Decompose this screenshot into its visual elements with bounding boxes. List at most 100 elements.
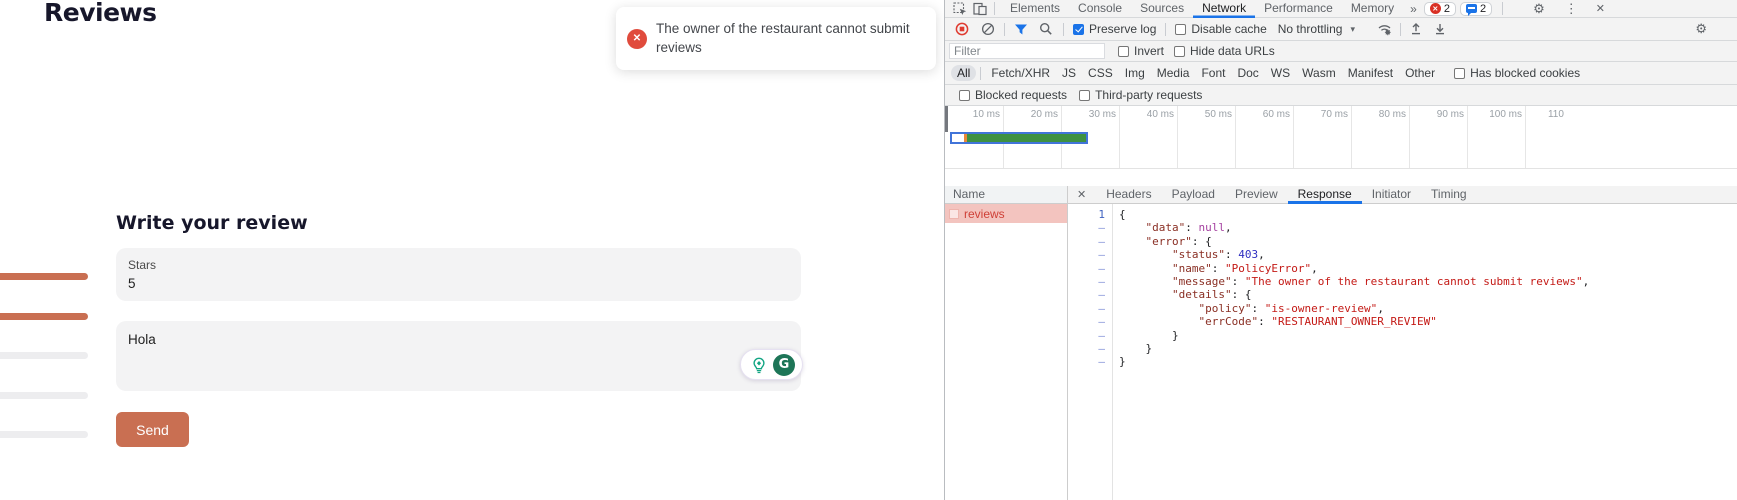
overview-scrollbar[interactable] (945, 106, 948, 132)
resource-filter-wasm[interactable]: Wasm (1296, 65, 1342, 81)
token-p: , (1258, 248, 1265, 261)
code-line: "errCode": "RESTAURANT_OWNER_REVIEW" (1119, 315, 1737, 328)
code-line: } (1119, 329, 1737, 342)
third-party-label: Third-party requests (1095, 88, 1202, 102)
tab-memory[interactable]: Memory (1342, 0, 1403, 18)
name-column-header[interactable]: Name (945, 186, 1067, 204)
token-k: "error" (1146, 235, 1192, 248)
tab-performance[interactable]: Performance (1255, 0, 1342, 18)
toast-message: The owner of the restaurant cannot submi… (656, 21, 910, 55)
detail-tab-initiator[interactable]: Initiator (1362, 186, 1421, 204)
resource-filter-list: All Fetch/XHRJSCSSImgMediaFontDocWSWasmMa… (951, 65, 1441, 81)
stars-value[interactable]: 5 (128, 276, 136, 291)
grammarly-suggestion-bulb-icon[interactable] (748, 354, 770, 376)
resource-filter-other[interactable]: Other (1399, 65, 1441, 81)
rating-bar (0, 273, 88, 280)
stars-field[interactable]: Stars 5 (116, 248, 801, 301)
timeline-tick-label: 70 ms (1290, 109, 1348, 120)
send-button[interactable]: Send (116, 412, 189, 447)
has-blocked-cookies-checkbox[interactable] (1454, 68, 1465, 79)
error-count-badge[interactable]: ✕ 2 (1424, 2, 1456, 16)
import-har-icon[interactable] (1408, 21, 1424, 37)
has-blocked-cookies-label: Has blocked cookies (1470, 66, 1580, 80)
search-icon[interactable] (1038, 21, 1054, 37)
more-tabs-chevron[interactable]: » (1410, 2, 1417, 16)
hide-data-urls-checkbox[interactable] (1174, 46, 1185, 57)
token-k: "policy" (1198, 302, 1251, 315)
resource-filter-font[interactable]: Font (1195, 65, 1231, 81)
review-textarea[interactable]: Hola G (116, 321, 801, 391)
devtools-settings-gear-icon[interactable]: ⚙ (1533, 1, 1545, 17)
detail-tab-response[interactable]: Response (1288, 186, 1362, 204)
code-lines: { "data": null, "error": { "status": 403… (1113, 204, 1737, 500)
invert-label: Invert (1134, 44, 1164, 58)
code-line: "data": null, (1119, 221, 1737, 234)
disable-cache-checkbox[interactable] (1175, 24, 1186, 35)
reviews-page: Reviews ✕ The owner of the restaurant ca… (0, 0, 944, 500)
record-network-log-icon[interactable] (954, 21, 970, 37)
gutter-mark: – (1068, 275, 1105, 288)
detail-tab-payload[interactable]: Payload (1162, 186, 1225, 204)
devtools-menu-dots-icon[interactable]: ⋮ (1565, 1, 1578, 17)
resource-filter-ws[interactable]: WS (1265, 65, 1296, 81)
resource-filter-manifest[interactable]: Manifest (1342, 65, 1399, 81)
tab-console[interactable]: Console (1069, 0, 1131, 18)
detail-tab-headers[interactable]: Headers (1096, 186, 1161, 204)
tab-network[interactable]: Network (1193, 0, 1255, 18)
preserve-log-checkbox[interactable] (1073, 24, 1084, 35)
invert-checkbox[interactable] (1118, 46, 1129, 57)
devtools-panel: ElementsConsoleSourcesNetworkPerformance… (944, 0, 1737, 500)
tab-elements[interactable]: Elements (1001, 0, 1069, 18)
resource-filter-img[interactable]: Img (1119, 65, 1151, 81)
issues-count-badge[interactable]: 2 (1460, 2, 1492, 16)
detail-tab-preview[interactable]: Preview (1225, 186, 1288, 204)
request-file-icon (949, 209, 959, 219)
network-overview[interactable]: 10 ms20 ms30 ms40 ms50 ms60 ms70 ms80 ms… (945, 106, 1737, 169)
rating-bar (0, 313, 88, 320)
resource-filter-css[interactable]: CSS (1082, 65, 1119, 81)
third-party-checkbox[interactable] (1079, 90, 1090, 101)
filter-funnel-icon[interactable] (1013, 21, 1029, 37)
code-line: "error": { (1119, 235, 1737, 248)
resource-filter-doc[interactable]: Doc (1231, 65, 1264, 81)
detail-tab-timing[interactable]: Timing (1421, 186, 1477, 204)
code-line: "policy": "is-owner-review", (1119, 302, 1737, 315)
overview-selection[interactable] (950, 132, 1088, 144)
review-text[interactable]: Hola (128, 332, 156, 347)
timeline-tick-label: 80 ms (1348, 109, 1406, 120)
network-settings-gear-icon[interactable]: ⚙ (1695, 21, 1707, 37)
grammarly-logo-icon[interactable]: G (773, 354, 795, 376)
token-k: "errCode" (1198, 315, 1258, 328)
export-har-icon[interactable] (1432, 21, 1448, 37)
resource-filter-all[interactable]: All (951, 65, 976, 81)
response-viewer: 1––––––––––– { "data": null, "error": { … (1068, 204, 1737, 500)
request-row-reviews[interactable]: reviews (945, 204, 1067, 223)
resource-filter-fetchxhr[interactable]: Fetch/XHR (985, 65, 1056, 81)
blocked-requests-label: Blocked requests (975, 88, 1067, 102)
resource-filter-media[interactable]: Media (1151, 65, 1196, 81)
rating-bar (0, 392, 88, 399)
devtools-close-icon[interactable]: ✕ (1596, 2, 1605, 15)
filter-input[interactable] (949, 43, 1105, 59)
resource-filter-js[interactable]: JS (1056, 65, 1082, 81)
detail-tab-strip: HeadersPayloadPreviewResponseInitiatorTi… (1096, 186, 1476, 204)
grammarly-widget[interactable]: G (740, 349, 803, 380)
rating-bar (0, 431, 88, 438)
blocked-requests-checkbox[interactable] (959, 90, 970, 101)
inspect-element-icon[interactable] (952, 1, 968, 17)
throttling-dropdown[interactable]: No throttling (1278, 22, 1343, 36)
gutter-mark: – (1068, 355, 1105, 368)
overview-download-segment (967, 134, 1086, 142)
tab-sources[interactable]: Sources (1131, 0, 1193, 18)
overview-gap (945, 169, 1737, 186)
token-p (1119, 275, 1172, 288)
device-toolbar-icon[interactable] (972, 1, 988, 17)
gutter-mark: – (1068, 302, 1105, 315)
request-name-column: Name reviews (945, 186, 1068, 500)
network-conditions-icon[interactable] (1377, 21, 1393, 37)
token-n: 403 (1238, 248, 1258, 261)
clear-network-log-icon[interactable] (980, 21, 996, 37)
timeline-tick-label: 100 ms (1464, 109, 1522, 120)
throttling-dropdown-arrow-icon[interactable]: ▾ (1350, 24, 1355, 35)
close-detail-icon[interactable]: ✕ (1068, 188, 1096, 201)
